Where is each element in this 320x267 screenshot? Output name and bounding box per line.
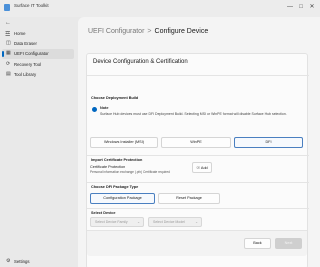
divider bbox=[87, 155, 309, 156]
sidebar-item-uefi-configurator[interactable]: ▦ UEFI Configurator bbox=[2, 49, 74, 59]
sidebar-item-label: Data Eraser bbox=[14, 41, 37, 46]
sidebar-item-label: UEFI Configurator bbox=[14, 51, 49, 56]
chevron-down-icon: ⌄ bbox=[137, 220, 140, 224]
deployment-heading: Choose Deployment Build bbox=[91, 96, 139, 100]
minimize-icon[interactable]: — bbox=[285, 2, 295, 12]
breadcrumb: UEFI Configurator > Configure Device bbox=[88, 28, 208, 35]
note-title: Note bbox=[100, 106, 109, 110]
next-button[interactable]: Next bbox=[275, 238, 302, 249]
package-heading: Choose DFI Package Type bbox=[91, 185, 139, 189]
back-button[interactable]: Back bbox=[244, 238, 271, 249]
device-model-placeholder: Select Device Model bbox=[153, 220, 185, 224]
library-icon: ▤ bbox=[6, 71, 11, 77]
home-icon: ⌂ bbox=[6, 30, 10, 36]
breadcrumb-separator: > bbox=[147, 28, 152, 35]
sidebar-item-label: Tool Library bbox=[14, 72, 37, 77]
sidebar-item-settings[interactable]: ⚙ Settings bbox=[2, 257, 74, 267]
chevron-down-icon: ⌄ bbox=[195, 220, 198, 224]
close-icon[interactable]: ✕ bbox=[307, 2, 317, 12]
certificate-heading: Import Certificate Protection bbox=[91, 158, 143, 162]
sidebar-item-label: Recovery Tool bbox=[14, 62, 42, 67]
app-icon bbox=[4, 4, 10, 11]
breadcrumb-current: Configure Device bbox=[154, 28, 209, 35]
uefi-icon: ▦ bbox=[6, 50, 11, 56]
sidebar: ← ☰ ⌂ Home ◫ Data Eraser ▦ UEFI Configur… bbox=[0, 17, 78, 267]
device-model-select[interactable]: Select Device Model ⌄ bbox=[148, 217, 202, 227]
sidebar-item-data-eraser[interactable]: ◫ Data Eraser bbox=[2, 39, 74, 49]
sidebar-item-recovery-tool[interactable]: ⟳ Recovery Tool bbox=[2, 60, 74, 70]
device-family-select[interactable]: Select Device Family ⌄ bbox=[90, 217, 144, 227]
card-footer: Back Next bbox=[87, 230, 307, 256]
certificate-subtext: Personal information exchange (.pfx) Cer… bbox=[90, 170, 170, 174]
maximize-icon[interactable]: □ bbox=[296, 2, 306, 12]
certificate-name: Certificate Protection bbox=[90, 165, 126, 169]
recovery-icon: ⟳ bbox=[6, 61, 11, 67]
card-title: Device Configuration & Certification bbox=[93, 59, 188, 65]
breadcrumb-parent[interactable]: UEFI Configurator bbox=[88, 28, 144, 35]
title-bar: Surface IT Toolkit — □ ✕ bbox=[0, 0, 320, 17]
gear-icon: ⚙ bbox=[6, 258, 11, 264]
divider bbox=[87, 208, 309, 209]
window-title: Surface IT Toolkit bbox=[14, 3, 49, 8]
option-msi[interactable]: Windows Installer (MSI) bbox=[90, 137, 158, 148]
option-reset-package[interactable]: Reset Package bbox=[158, 193, 220, 204]
add-certificate-button[interactable]: ☉Add bbox=[192, 162, 212, 173]
back-arrow-icon[interactable]: ← bbox=[5, 20, 11, 26]
main-content: UEFI Configurator > Configure Device Devic… bbox=[78, 17, 320, 267]
configuration-card: Device Configuration & Certification Cho… bbox=[86, 53, 309, 267]
option-winpe[interactable]: WinPE bbox=[161, 137, 231, 148]
add-certificate-label: Add bbox=[200, 166, 208, 170]
device-heading: Select Device bbox=[91, 211, 116, 215]
option-dfi[interactable]: DFI bbox=[234, 137, 303, 148]
sidebar-item-home[interactable]: ⌂ Home bbox=[2, 29, 74, 39]
info-icon bbox=[92, 107, 97, 112]
note-body: Surface Hub devices must use DFI Deploym… bbox=[100, 112, 287, 116]
sidebar-item-label: Settings bbox=[14, 259, 30, 264]
sidebar-item-tool-library[interactable]: ▤ Tool Library bbox=[2, 70, 74, 80]
divider bbox=[87, 182, 309, 183]
eraser-icon: ◫ bbox=[6, 40, 11, 46]
option-configuration-package[interactable]: Configuration Package bbox=[90, 193, 155, 204]
device-family-placeholder: Select Device Family bbox=[95, 220, 128, 224]
divider bbox=[87, 75, 309, 76]
sidebar-item-label: Home bbox=[14, 31, 26, 36]
add-icon: ☉ bbox=[196, 165, 200, 170]
note-box: Note Surface Hub devices must use DFI De… bbox=[90, 105, 306, 129]
